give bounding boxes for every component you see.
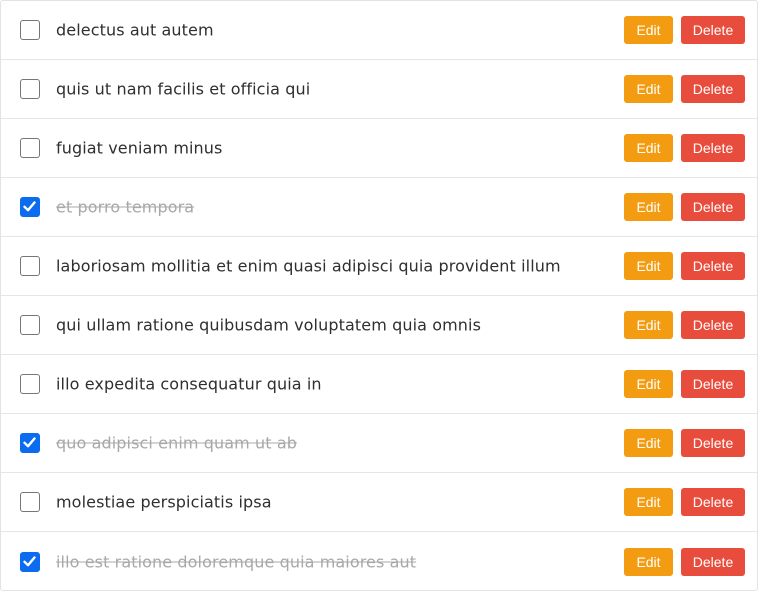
edit-button[interactable]: Edit <box>624 488 673 516</box>
todo-checkbox[interactable] <box>20 433 40 453</box>
todo-item: quo adipisci enim quam ut ab Edit Delete <box>1 414 757 473</box>
edit-button[interactable]: Edit <box>624 370 673 398</box>
delete-button[interactable]: Delete <box>681 16 745 44</box>
todo-title: fugiat veniam minus <box>56 138 223 158</box>
delete-button[interactable]: Delete <box>681 370 745 398</box>
edit-button[interactable]: Edit <box>624 429 673 457</box>
todo-checkbox[interactable] <box>20 20 40 40</box>
todo-checkbox[interactable] <box>20 374 40 394</box>
delete-button[interactable]: Delete <box>681 311 745 339</box>
todo-title: qui ullam ratione quibusdam voluptatem q… <box>56 315 482 335</box>
delete-button[interactable]: Delete <box>681 429 745 457</box>
edit-button[interactable]: Edit <box>624 311 673 339</box>
delete-button[interactable]: Delete <box>681 252 745 280</box>
todo-checkbox[interactable] <box>20 138 40 158</box>
todo-checkbox[interactable] <box>20 492 40 512</box>
todo-checkbox[interactable] <box>20 79 40 99</box>
todo-item: laboriosam mollitia et enim quasi adipis… <box>1 237 757 296</box>
todo-checkbox[interactable] <box>20 197 40 217</box>
todo-item: quis ut nam facilis et officia qui Edit … <box>1 60 757 119</box>
todo-title: molestiae perspiciatis ipsa <box>56 492 272 512</box>
todo-item: illo expedita consequatur quia in Edit D… <box>1 355 757 414</box>
todo-checkbox[interactable] <box>20 256 40 276</box>
todo-title: quis ut nam facilis et officia qui <box>56 79 311 99</box>
todo-title: quo adipisci enim quam ut ab <box>56 433 297 453</box>
delete-button[interactable]: Delete <box>681 547 745 576</box>
delete-button[interactable]: Delete <box>681 488 745 516</box>
checkmark-icon <box>23 201 36 212</box>
edit-button[interactable]: Edit <box>624 75 673 103</box>
edit-button[interactable]: Edit <box>624 547 673 576</box>
checkmark-icon <box>23 555 36 566</box>
edit-button[interactable]: Edit <box>624 134 673 162</box>
edit-button[interactable]: Edit <box>624 193 673 221</box>
edit-button[interactable]: Edit <box>624 252 673 280</box>
todo-checkbox[interactable] <box>20 315 40 335</box>
todo-title: illo est ratione doloremque quia maiores… <box>56 552 417 571</box>
todo-title: delectus aut autem <box>56 20 214 40</box>
checkmark-icon <box>23 437 36 448</box>
todo-item: delectus aut autem Edit Delete <box>1 1 757 60</box>
todo-title: illo expedita consequatur quia in <box>56 374 322 394</box>
todo-item: illo est ratione doloremque quia maiores… <box>1 532 757 591</box>
delete-button[interactable]: Delete <box>681 134 745 162</box>
todo-list: delectus aut autem Edit Delete quis ut n… <box>0 0 758 591</box>
todo-item: fugiat veniam minus Edit Delete <box>1 119 757 178</box>
edit-button[interactable]: Edit <box>624 16 673 44</box>
todo-title: laboriosam mollitia et enim quasi adipis… <box>56 256 561 276</box>
todo-item: qui ullam ratione quibusdam voluptatem q… <box>1 296 757 355</box>
delete-button[interactable]: Delete <box>681 193 745 221</box>
todo-checkbox[interactable] <box>20 551 40 572</box>
todo-title: et porro tempora <box>56 197 195 217</box>
delete-button[interactable]: Delete <box>681 75 745 103</box>
todo-item: molestiae perspiciatis ipsa Edit Delete <box>1 473 757 532</box>
todo-item: et porro tempora Edit Delete <box>1 178 757 237</box>
